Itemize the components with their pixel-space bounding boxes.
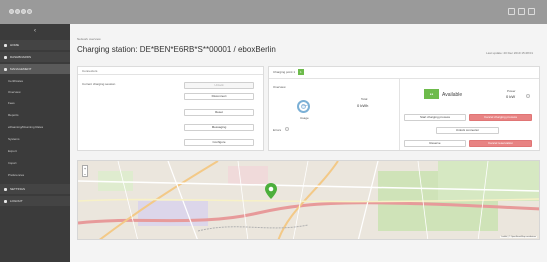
sidebar-collapse-icon[interactable]: ‹	[0, 27, 70, 36]
sidebar-item-label: Reports	[8, 113, 19, 117]
gauge-caption: Usage	[300, 116, 309, 120]
sidebar-item-label: MANAGEMENT	[10, 67, 32, 71]
power-value: 0 kW	[506, 94, 516, 99]
overview-label: Overview	[273, 85, 286, 89]
charging-point-label: Charging point 1	[273, 70, 296, 74]
energy-value: 0 kWh	[357, 103, 369, 108]
app-logo[interactable]	[9, 6, 32, 17]
sidebar-item-label: Fees	[8, 101, 15, 105]
page-title: Charging station: DE*BEN*E6RB*S**00001 /…	[77, 45, 276, 54]
map-view[interactable]: + − Leaflet | © OpenStreetMap contributo…	[77, 160, 540, 240]
sidebar-item-label: Preferences	[8, 173, 25, 177]
charging-point-select[interactable]: Charging point 1 1	[273, 69, 304, 76]
logo-dot	[21, 9, 26, 14]
zoom-control: + −	[82, 165, 88, 177]
charging-point-chip[interactable]: 1	[297, 69, 304, 76]
sidebar-item-label: Export	[8, 149, 17, 153]
errors-label: Errors	[273, 128, 282, 132]
status-text: Available	[442, 92, 463, 98]
energy-label: Total	[361, 97, 368, 101]
connectors-panel: Connectors Current charging session Unlo…	[77, 66, 264, 151]
sidebar-item-label: eRoaming/Roaming Rates	[8, 125, 44, 129]
divider	[269, 78, 539, 79]
unlock-button[interactable]: Unlock	[184, 82, 254, 89]
sidebar-item-management[interactable]: MANAGEMENT	[0, 64, 70, 74]
sidebar-item-settings[interactable]: SETTINGS	[0, 184, 70, 194]
gauge-value: Power	[301, 104, 308, 109]
sidebar-item-logout[interactable]: LOGOUT	[0, 196, 70, 206]
sidebar-item-reports[interactable]: Reports	[0, 110, 70, 120]
logo-dot	[9, 9, 14, 14]
stop-charging-button[interactable]: Cancel charging process	[469, 114, 532, 121]
sidebar-item-label: LOGOUT	[10, 199, 23, 203]
unlock-connector-button[interactable]: Unlock connector	[436, 127, 499, 134]
sidebar-item-label: Overview	[8, 90, 21, 94]
sidebar-item-certificates[interactable]: Certificates	[0, 76, 70, 86]
power-label: Power	[507, 89, 516, 93]
current-session-label: Current charging session	[82, 82, 116, 86]
map-tiles	[78, 161, 539, 239]
sidebar-item-label: Systems	[8, 137, 20, 141]
logo-dot	[15, 9, 20, 14]
sidebar-item-label: HOME	[10, 43, 19, 47]
settings-icon	[4, 188, 7, 191]
messaging-button[interactable]: Messaging	[184, 124, 254, 131]
main-content: Network overview Charging station: DE*BE…	[70, 24, 547, 262]
sidebar-item-dashboards[interactable]: DASHBOARDS	[0, 52, 70, 62]
breadcrumb[interactable]: Network overview	[77, 37, 101, 41]
logo-dot	[27, 9, 32, 14]
info-icon[interactable]	[526, 94, 530, 98]
sidebar-item-label: Import	[8, 161, 17, 165]
sidebar-item-export[interactable]: Export	[0, 146, 70, 156]
sidebar-item-preferences[interactable]: Preferences	[0, 170, 70, 180]
zoom-out-button[interactable]: −	[83, 172, 87, 178]
sidebar: ‹ HOME DASHBOARDS MANAGEMENT Certificate…	[0, 24, 70, 262]
dashboard-icon	[4, 56, 7, 59]
map-attribution[interactable]: Leaflet | © OpenStreetMap contributors	[500, 236, 537, 238]
management-icon	[4, 68, 7, 71]
sidebar-item-fees[interactable]: Fees	[0, 98, 70, 108]
home-icon	[4, 44, 7, 47]
sidebar-item-label: DASHBOARDS	[10, 55, 32, 59]
user-icon[interactable]	[508, 8, 515, 15]
panel-header: Connectors	[78, 67, 263, 75]
reset-button[interactable]: Reset	[184, 109, 254, 116]
sidebar-item-systems[interactable]: Systems	[0, 134, 70, 144]
sidebar-item-label: SETTINGS	[10, 187, 26, 191]
cancel-reservation-button[interactable]: Cancel reservation	[469, 140, 532, 147]
divider	[399, 78, 400, 150]
location-marker-icon[interactable]	[265, 183, 277, 199]
charging-point-panel: Charging point 1 1 Overview Power Usage …	[268, 66, 540, 151]
disconnect-button[interactable]: Disconnect	[184, 93, 254, 100]
power-gauge: Power	[297, 100, 310, 113]
last-update-text: Last update: 20 Dec 2019 15:28:01	[486, 51, 533, 55]
sidebar-item-import[interactable]: Import	[0, 158, 70, 168]
configure-button[interactable]: Configure	[184, 139, 254, 146]
sidebar-item-overview[interactable]: Overview	[0, 87, 70, 97]
sidebar-item-home[interactable]: HOME	[0, 40, 70, 50]
sidebar-item-label: Certificates	[8, 79, 24, 83]
info-icon[interactable]	[285, 127, 289, 131]
sidebar-item-roaming-rates[interactable]: eRoaming/Roaming Rates	[0, 122, 70, 132]
logout-icon	[4, 200, 7, 203]
grid-icon[interactable]	[518, 8, 525, 15]
status-badge: ●●	[424, 89, 439, 99]
top-bar	[0, 0, 547, 24]
power-icon[interactable]	[528, 8, 535, 15]
reserve-button[interactable]: Reserve	[404, 140, 466, 147]
start-charging-button[interactable]: Start charging process	[404, 114, 466, 121]
